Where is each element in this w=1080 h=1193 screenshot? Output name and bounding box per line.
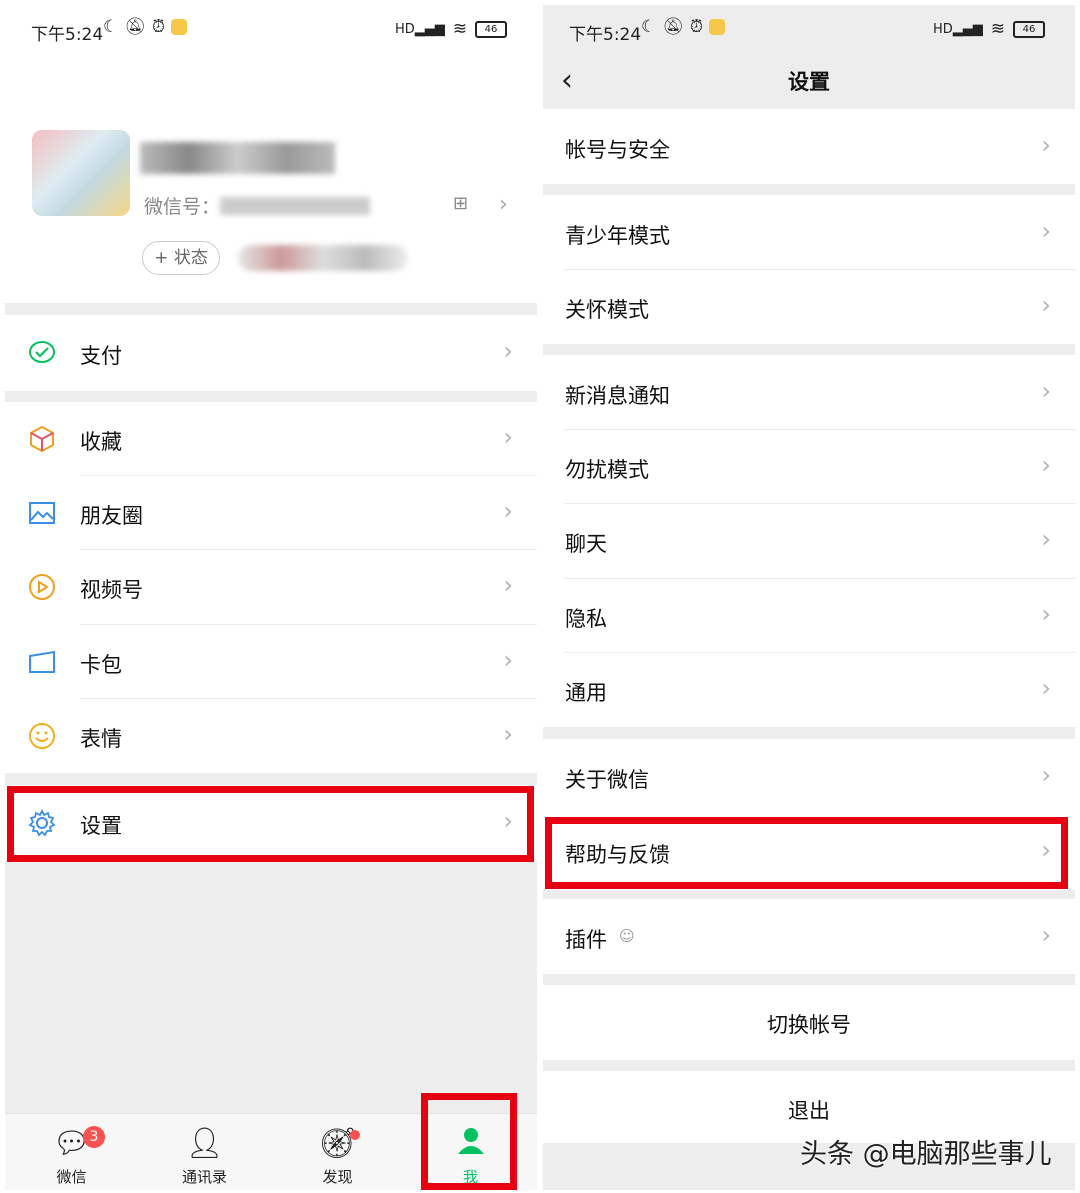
mute-icon: 🔕︎ bbox=[124, 17, 146, 37]
chevron-right-icon: › bbox=[503, 497, 513, 525]
unread-badge: 3 bbox=[83, 1126, 105, 1148]
alarm-icon: ⏰︎ bbox=[689, 17, 704, 37]
chevron-right-icon: › bbox=[1041, 674, 1051, 702]
menu-label-settings: 设置 bbox=[80, 814, 122, 838]
tab-discover[interactable]: 🧭︎ 发现 bbox=[271, 1114, 404, 1190]
switch-account-button[interactable]: 切换帐号 bbox=[543, 985, 1075, 1060]
tab-chats[interactable]: 💬︎ 3 微信 bbox=[5, 1114, 138, 1190]
moon-icon: ☾ bbox=[641, 17, 657, 37]
settings-item-teen-mode[interactable]: 青少年模式 › bbox=[543, 195, 1075, 270]
nav-bar: ‹ 设置 bbox=[543, 57, 1075, 109]
status-bar: 下午5:24 ☾ 🔕︎ ⏰︎ HD▂▄▆ ≋ 46 bbox=[5, 5, 537, 57]
menu-label-moments: 朋友圈 bbox=[80, 504, 143, 528]
menu-label-favorites: 收藏 bbox=[80, 430, 122, 454]
gear-icon bbox=[27, 808, 57, 838]
image-icon bbox=[27, 498, 57, 528]
settings-page: 下午5:24 ☾ 🔕︎ ⏰︎ HD▂▄▆ ≋ 46 ‹ 设置 帐号与安全 › 青… bbox=[543, 5, 1075, 1190]
signal-icon: HD▂▄▆ bbox=[932, 21, 983, 37]
tab-label-chats: 微信 bbox=[56, 1168, 87, 1186]
menu-label-channels: 视频号 bbox=[80, 578, 143, 602]
status-blurred bbox=[238, 245, 408, 271]
menu-item-cards[interactable]: 卡包 › bbox=[5, 625, 537, 699]
pay-icon bbox=[27, 338, 57, 368]
contacts-icon: 👤︎ bbox=[185, 1126, 224, 1161]
settings-item-about[interactable]: 关于微信 › bbox=[543, 739, 1075, 814]
signal-icon: HD▂▄▆ bbox=[394, 21, 445, 37]
menu-item-channels[interactable]: 视频号 › bbox=[5, 550, 537, 625]
battery-icon: 46 bbox=[1013, 20, 1045, 38]
chevron-right-icon: › bbox=[503, 571, 513, 599]
qr-code-icon[interactable]: ⊞ bbox=[453, 193, 468, 214]
settings-item-care-mode[interactable]: 关怀模式 › bbox=[543, 270, 1075, 344]
settings-item-plugins[interactable]: 插件 ☺ › bbox=[543, 899, 1075, 974]
chevron-right-icon: › bbox=[499, 192, 508, 217]
menu-item-moments[interactable]: 朋友圈 › bbox=[5, 476, 537, 550]
page-title: 设置 bbox=[788, 70, 830, 94]
avatar[interactable] bbox=[32, 130, 130, 216]
menu-item-pay[interactable]: 支付 › bbox=[5, 315, 537, 391]
chevron-right-icon: › bbox=[503, 720, 513, 748]
battery-icon: 46 bbox=[475, 20, 507, 38]
menu-label-cards: 卡包 bbox=[80, 653, 122, 677]
wallet-icon bbox=[27, 647, 57, 677]
settings-item-privacy[interactable]: 隐私 › bbox=[543, 579, 1075, 653]
mute-icon: 🔕︎ bbox=[662, 17, 684, 37]
status-button[interactable]: + 状态 bbox=[142, 241, 220, 275]
menu-label-pay: 支付 bbox=[80, 344, 122, 368]
moon-icon: ☾ bbox=[103, 17, 119, 37]
plugin-badge-icon: ☺ bbox=[619, 927, 635, 945]
weibo-icon bbox=[171, 19, 188, 35]
chevron-right-icon: › bbox=[503, 337, 513, 365]
wxid-label: 微信号： bbox=[144, 196, 221, 218]
menu-item-favorites[interactable]: 收藏 › bbox=[5, 402, 537, 476]
status-time: 下午5:24 bbox=[569, 25, 642, 45]
chevron-right-icon: › bbox=[1041, 761, 1051, 789]
bottom-tab-bar: 💬︎ 3 微信 👤︎ 通讯录 🧭︎ 发现 我 bbox=[5, 1113, 537, 1190]
chevron-right-icon: › bbox=[1041, 217, 1051, 245]
settings-item-dnd[interactable]: 勿扰模式 › bbox=[543, 430, 1075, 504]
chevron-right-icon: › bbox=[503, 807, 513, 835]
weibo-icon bbox=[709, 19, 726, 35]
chevron-right-icon: › bbox=[1041, 600, 1051, 628]
nickname-blurred bbox=[140, 142, 335, 174]
play-icon bbox=[27, 572, 57, 602]
wxid-blurred bbox=[220, 197, 370, 215]
wifi-icon: ≋ bbox=[452, 19, 467, 39]
profile-card[interactable]: 微信号： ⊞ › + 状态 bbox=[5, 57, 537, 303]
cube-icon bbox=[27, 424, 57, 454]
watermark: 头条 @电脑那些事儿 bbox=[800, 1139, 1052, 1170]
tab-contacts[interactable]: 👤︎ 通讯录 bbox=[138, 1114, 271, 1190]
chevron-right-icon: › bbox=[1041, 377, 1051, 405]
chevron-right-icon: › bbox=[1041, 525, 1051, 553]
menu-item-settings[interactable]: 设置 › bbox=[5, 785, 537, 861]
tab-label-discover: 发现 bbox=[322, 1168, 353, 1186]
wifi-icon: ≋ bbox=[990, 19, 1005, 39]
chevron-right-icon: › bbox=[503, 423, 513, 451]
chevron-right-icon: › bbox=[1041, 131, 1051, 159]
chevron-right-icon: › bbox=[1041, 836, 1051, 864]
settings-item-help-feedback[interactable]: 帮助与反馈 › bbox=[543, 814, 1075, 890]
settings-item-notifications[interactable]: 新消息通知 › bbox=[543, 355, 1075, 430]
notification-dot bbox=[350, 1130, 360, 1140]
tab-me[interactable]: 我 bbox=[404, 1114, 537, 1190]
menu-label-stickers: 表情 bbox=[80, 727, 122, 751]
menu-item-stickers[interactable]: 表情 › bbox=[5, 699, 537, 773]
chevron-right-icon: › bbox=[503, 646, 513, 674]
settings-item-chat[interactable]: 聊天 › bbox=[543, 504, 1075, 579]
person-icon bbox=[456, 1126, 486, 1164]
tab-label-contacts: 通讯录 bbox=[181, 1168, 227, 1186]
settings-item-account-security[interactable]: 帐号与安全 › bbox=[543, 109, 1075, 184]
chevron-right-icon: › bbox=[1041, 921, 1051, 949]
tab-label-me: 我 bbox=[462, 1168, 478, 1186]
status-time: 下午5:24 bbox=[31, 25, 104, 45]
settings-item-general[interactable]: 通用 › bbox=[543, 653, 1075, 727]
chevron-right-icon: › bbox=[1041, 451, 1051, 479]
smiley-icon bbox=[27, 721, 57, 751]
me-page: 下午5:24 ☾ 🔕︎ ⏰︎ HD▂▄▆ ≋ 46 微信号： ⊞ › + 状态 … bbox=[5, 5, 537, 1190]
alarm-icon: ⏰︎ bbox=[151, 17, 166, 37]
chevron-right-icon: › bbox=[1041, 291, 1051, 319]
status-bar: 下午5:24 ☾ 🔕︎ ⏰︎ HD▂▄▆ ≋ 46 bbox=[543, 5, 1075, 57]
